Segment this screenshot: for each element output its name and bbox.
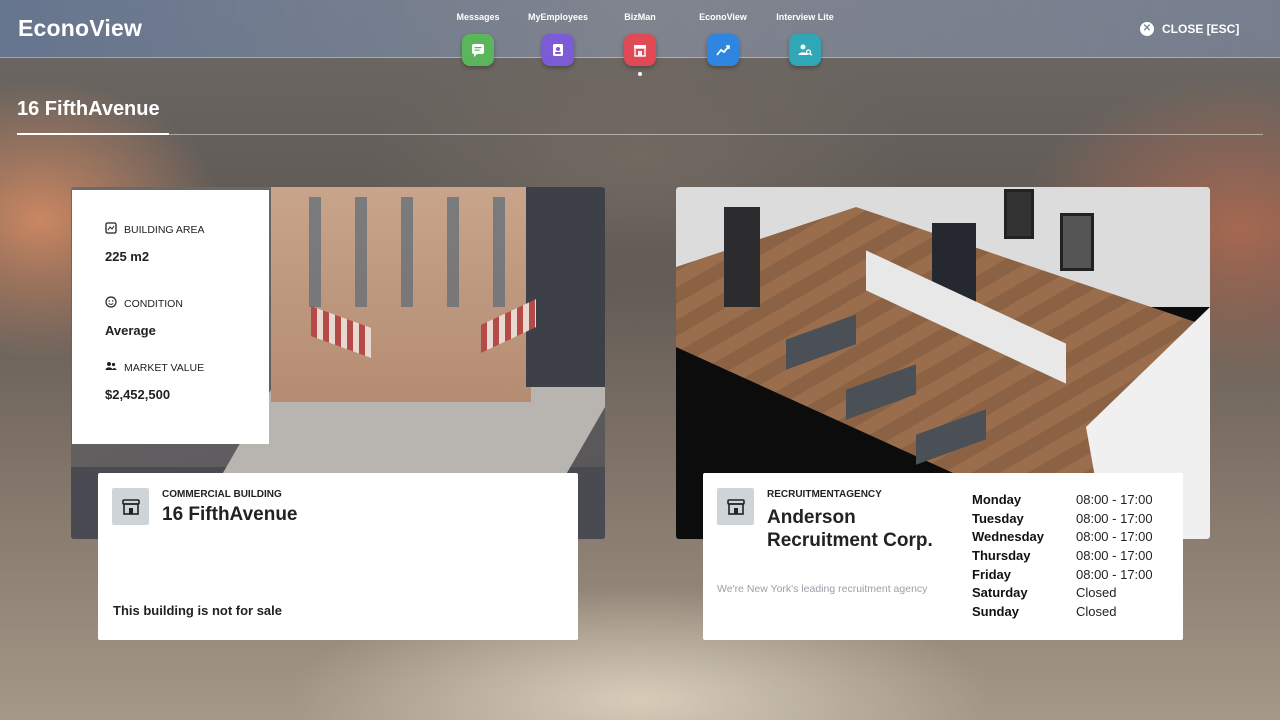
- hours-row: Saturday Closed: [972, 583, 1153, 602]
- day: Wednesday: [972, 529, 1045, 545]
- door: [724, 207, 760, 307]
- time: Closed: [1076, 585, 1117, 601]
- stat-building-area: BUILDING AREA 225 m2: [105, 222, 205, 264]
- storefront-icon: [112, 488, 149, 525]
- stat-label: BUILDING AREA: [124, 223, 205, 236]
- time: 08:00 - 17:00: [1076, 491, 1153, 507]
- stat-value: Average: [105, 323, 156, 338]
- app-interview-lite[interactable]: Interview Lite: [767, 12, 843, 66]
- trend-chart-icon[interactable]: [707, 34, 739, 66]
- time: 08:00 - 17:00: [1076, 566, 1153, 582]
- day: Sunday: [972, 603, 1019, 619]
- title-underline: [17, 133, 169, 135]
- page-title: 16 FifthAvenue: [17, 98, 160, 120]
- day: Thursday: [972, 547, 1031, 563]
- stat-label: MARKET VALUE: [124, 361, 205, 374]
- stat-value: 225 m2: [105, 249, 150, 264]
- wall-frame: [1060, 213, 1094, 271]
- app-label: Interview Lite: [776, 12, 834, 22]
- hours-row: Wednesday 08:00 - 17:00: [972, 527, 1153, 546]
- hours-row: Friday 08:00 - 17:00: [972, 565, 1153, 584]
- app-messages[interactable]: Messages: [440, 12, 516, 66]
- building-info-card: COMMERCIAL BUILDING 16 FifthAvenue This …: [98, 473, 578, 640]
- opening-hours: Monday 08:00 - 17:00 Tuesday 08:00 - 17:00…: [972, 490, 1153, 621]
- business-tagline: We're New York's leading recruitment age…: [717, 583, 928, 595]
- time: 08:00 - 17:00: [1076, 547, 1153, 563]
- hours-row: Monday 08:00 - 17:00: [972, 490, 1153, 509]
- app-label: MyEmployees: [527, 12, 589, 22]
- store-icon[interactable]: [624, 34, 656, 66]
- person-search-icon[interactable]: [789, 34, 821, 66]
- business-name-line: Anderson: [767, 507, 856, 528]
- day: Monday: [972, 491, 1022, 507]
- app-label: EconoView: [699, 12, 747, 22]
- stat-label: CONDITION: [124, 297, 183, 310]
- id-badge-icon[interactable]: [542, 34, 574, 66]
- top-bar: EconoView Messages MyEmployees BizMan Ec…: [0, 0, 1280, 76]
- time: 08:00 - 17:00: [1076, 510, 1153, 526]
- area-icon: [105, 222, 117, 237]
- divider: [169, 134, 1263, 135]
- hours-row: Thursday 08:00 - 17:00: [972, 546, 1153, 565]
- smiley-icon: [105, 296, 117, 311]
- app-myemployees[interactable]: MyEmployees: [520, 12, 596, 66]
- hours-row: Tuesday 08:00 - 17:00: [972, 509, 1153, 528]
- close-button[interactable]: ✕ CLOSE [ESC]: [1140, 22, 1239, 36]
- storefront-icon: [717, 488, 754, 525]
- app-label: BizMan: [624, 12, 656, 22]
- close-icon: ✕: [1140, 22, 1154, 36]
- business-name-line: Recruitment Corp.: [767, 530, 933, 551]
- app-bizman[interactable]: BizMan: [602, 12, 678, 76]
- building-type: COMMERCIAL BUILDING: [162, 489, 282, 500]
- active-indicator: [638, 72, 642, 76]
- hours-row: Sunday Closed: [972, 602, 1153, 621]
- stat-value: $2,452,500: [105, 387, 171, 402]
- building-windows: [291, 197, 511, 307]
- time: 08:00 - 17:00: [1076, 529, 1153, 545]
- day: Tuesday: [972, 510, 1024, 526]
- close-label: CLOSE [ESC]: [1162, 22, 1240, 36]
- day: Saturday: [972, 585, 1028, 601]
- stat-condition: CONDITION Average: [105, 296, 183, 338]
- building-name: 16 FifthAvenue: [162, 504, 298, 525]
- app-label: Messages: [456, 12, 500, 22]
- day: Friday: [972, 566, 1012, 582]
- sale-status: This building is not for sale: [113, 603, 283, 618]
- business-info-card: RECRUITMENTAGENCY Anderson Recruitment C…: [703, 473, 1183, 640]
- chat-icon[interactable]: [462, 34, 494, 66]
- app-econoview[interactable]: EconoView: [685, 12, 761, 66]
- building-stats-panel: BUILDING AREA 225 m2 CONDITION Average M…: [72, 190, 269, 444]
- business-name: Anderson Recruitment Corp.: [767, 506, 933, 552]
- app-title: EconoView: [18, 15, 143, 41]
- people-icon: [105, 360, 117, 375]
- time: Closed: [1076, 603, 1117, 619]
- wall-frame: [1004, 189, 1034, 239]
- business-type: RECRUITMENTAGENCY: [767, 489, 882, 500]
- neighbor-building: [526, 187, 605, 387]
- stat-market-value: MARKET VALUE $2,452,500: [105, 360, 205, 403]
